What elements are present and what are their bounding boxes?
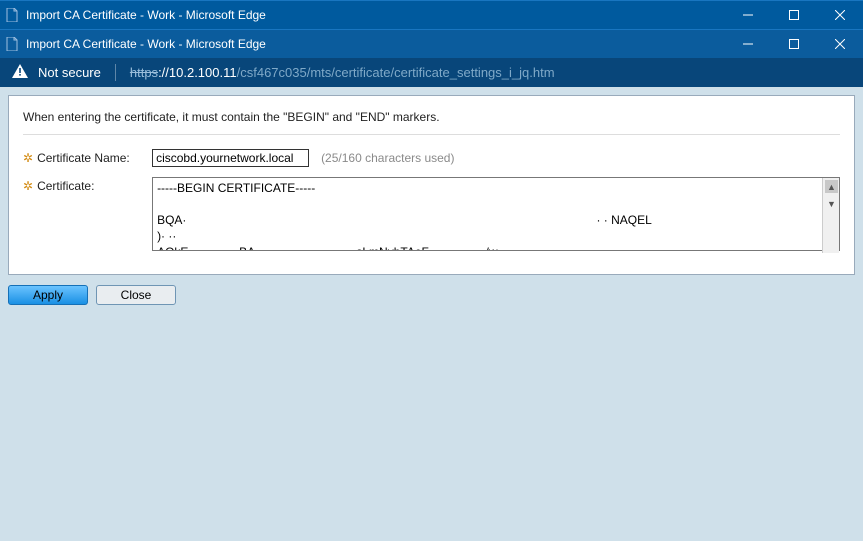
- window-titlebar-outer: Import CA Certificate - Work - Microsoft…: [0, 0, 863, 29]
- divider: [23, 134, 840, 135]
- window-title-outer: Import CA Certificate - Work - Microsoft…: [26, 8, 725, 22]
- cert-name-input[interactable]: [152, 149, 309, 167]
- security-status: Not secure: [38, 65, 101, 80]
- required-icon: ✲: [23, 149, 33, 167]
- close-button-outer[interactable]: [817, 1, 863, 29]
- close-button[interactable]: Close: [96, 285, 176, 305]
- form-panel: When entering the certificate, it must c…: [8, 95, 855, 275]
- cert-name-counter: (25/160 characters used): [321, 149, 454, 167]
- url-host: ://10.2.100.11: [158, 65, 237, 80]
- window-title-inner: Import CA Certificate - Work - Microsoft…: [26, 37, 725, 51]
- url-display[interactable]: https://10.2.100.11/csf467c035/mts/certi…: [130, 65, 555, 80]
- document-icon: [6, 8, 18, 22]
- window-titlebar-inner: Import CA Certificate - Work - Microsoft…: [0, 29, 863, 58]
- scroll-up-icon[interactable]: ▲: [823, 178, 840, 195]
- close-button-inner[interactable]: [817, 30, 863, 58]
- scrollbar[interactable]: ▲ ▼: [822, 178, 839, 253]
- cert-textarea[interactable]: [152, 177, 840, 251]
- maximize-button-outer[interactable]: [771, 1, 817, 29]
- url-path: /csf467c035/mts/certificate/certificate_…: [237, 65, 555, 80]
- cert-name-label: Certificate Name:: [37, 149, 152, 167]
- scroll-down-icon[interactable]: ▼: [823, 195, 840, 212]
- minimize-button-outer[interactable]: [725, 1, 771, 29]
- url-scheme: https: [130, 65, 158, 80]
- form-hint: When entering the certificate, it must c…: [23, 110, 840, 124]
- document-icon: [6, 37, 18, 51]
- required-icon: ✲: [23, 177, 33, 195]
- warning-icon: [12, 64, 28, 81]
- cert-label: Certificate:: [37, 177, 152, 195]
- maximize-button-inner[interactable]: [771, 30, 817, 58]
- address-bar: Not secure https://10.2.100.11/csf467c03…: [0, 58, 863, 87]
- divider: [115, 64, 116, 81]
- apply-button[interactable]: Apply: [8, 285, 88, 305]
- minimize-button-inner[interactable]: [725, 30, 771, 58]
